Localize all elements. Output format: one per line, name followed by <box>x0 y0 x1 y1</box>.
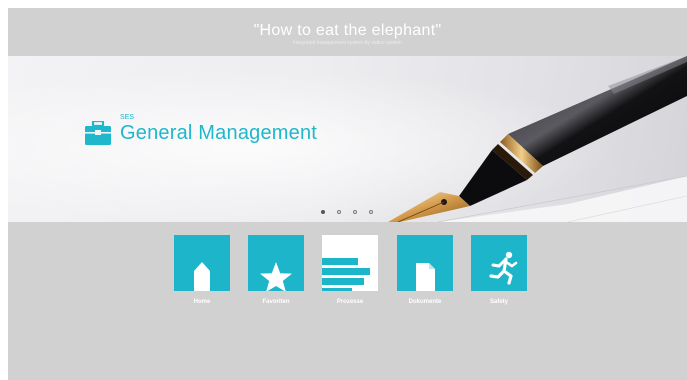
carousel-dot-1[interactable] <box>321 210 325 214</box>
page-title: "How to eat the elephant" <box>253 22 442 39</box>
page-subtitle: integrated management system by status s… <box>293 40 402 46</box>
carousel-dot-3[interactable] <box>353 210 357 214</box>
hero-banner[interactable]: SES General Management <box>8 56 687 222</box>
carousel-dot-4[interactable] <box>369 210 373 214</box>
tile-label-safety: Safety <box>489 299 508 305</box>
carousel-dot-2[interactable] <box>337 210 341 214</box>
running-person-icon <box>489 251 518 285</box>
tile-label-home: Home <box>193 299 211 305</box>
star-icon <box>260 262 292 291</box>
tile-dokumente[interactable] <box>397 235 453 291</box>
tile-prozesse[interactable] <box>322 235 378 291</box>
tile-label-prozesse: Prozesse <box>336 299 364 305</box>
app-frame: "How to eat the elephant" integrated man… <box>8 8 687 380</box>
tile-label-dokumente: Dokumente <box>408 299 442 305</box>
document-icon <box>416 263 435 291</box>
tile-favoriten[interactable] <box>248 235 304 291</box>
process-bars-icon <box>322 258 370 291</box>
header: "How to eat the elephant" integrated man… <box>8 8 687 56</box>
tile-home[interactable] <box>174 235 230 291</box>
home-icon <box>194 262 210 291</box>
tile-safety[interactable] <box>471 235 527 291</box>
fountain-pen-image <box>388 56 687 222</box>
tile-label-favoriten: Favoriten <box>262 299 290 305</box>
